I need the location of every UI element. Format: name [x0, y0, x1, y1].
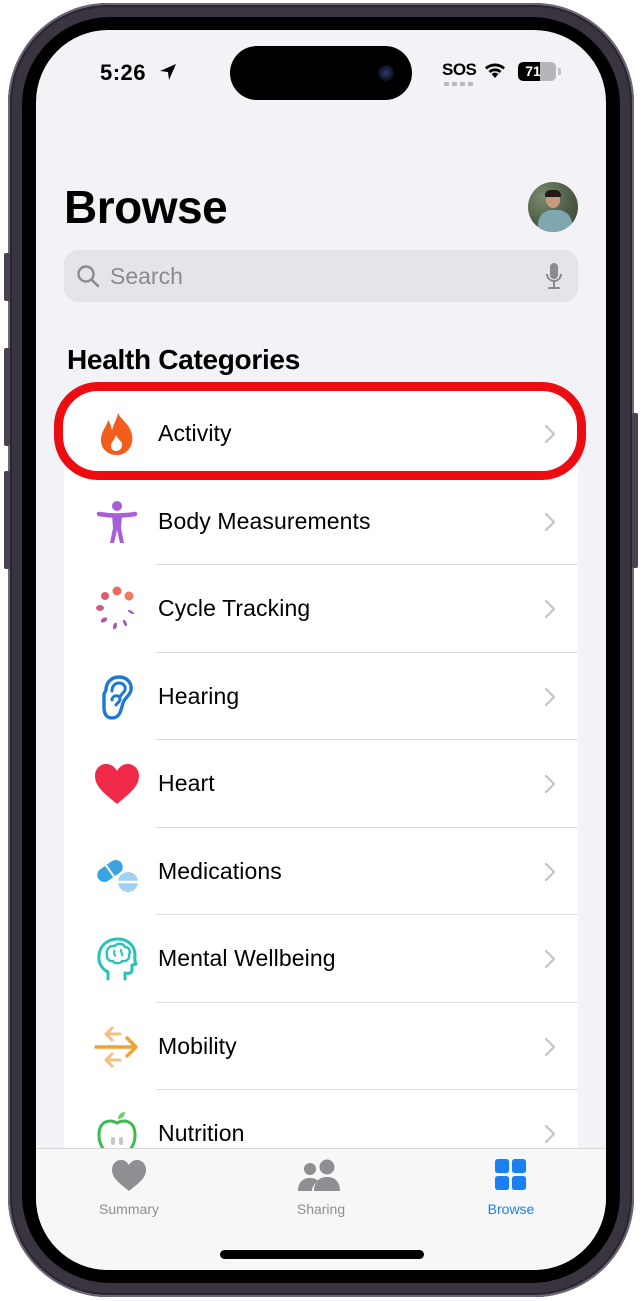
category-label: Hearing	[158, 682, 240, 709]
category-heart[interactable]: Heart	[64, 740, 578, 828]
tab-label: Summary	[99, 1201, 159, 1217]
avatar-body	[538, 210, 572, 232]
dynamic-island	[230, 46, 412, 100]
chevron-right-icon	[544, 599, 556, 619]
head-brain-icon	[97, 937, 138, 981]
tab-sharing[interactable]: Sharing	[256, 1149, 386, 1239]
health-categories-list: Activity Body Measurements Cycle Trackin…	[64, 390, 578, 1178]
signal-dots	[444, 82, 473, 86]
heart-icon	[112, 1160, 146, 1191]
search-bar[interactable]	[64, 250, 578, 302]
pills-icon	[97, 859, 138, 892]
cycle-dots-icon	[96, 586, 135, 630]
arrows-icon	[94, 1026, 138, 1067]
flame-icon	[100, 413, 133, 455]
grid-icon	[495, 1159, 527, 1191]
tab-summary[interactable]: Summary	[64, 1149, 194, 1239]
category-hearing[interactable]: Hearing	[64, 653, 578, 740]
category-label: Activity	[158, 420, 232, 447]
chevron-right-icon	[544, 774, 556, 794]
wifi-icon	[485, 63, 505, 78]
heart-icon	[95, 764, 139, 804]
search-icon	[77, 265, 100, 288]
category-label: Cycle Tracking	[158, 595, 311, 622]
tab-label: Browse	[487, 1201, 535, 1217]
category-label: Mental Wellbeing	[158, 945, 336, 972]
people-icon	[298, 1159, 340, 1191]
screen: 5:26 SOS 71 Browse Search Health Categor…	[36, 30, 606, 1270]
page-title: Browse	[64, 181, 228, 233]
volume-up-button	[4, 348, 10, 446]
chevron-right-icon	[544, 949, 556, 969]
status-bar: 5:26 SOS 71	[36, 30, 606, 120]
power-button	[632, 413, 638, 568]
category-label: Body Measurements	[158, 507, 371, 534]
chevron-right-icon	[544, 687, 556, 706]
category-cycle-tracking[interactable]: Cycle Tracking	[64, 565, 578, 653]
category-label: Nutrition	[158, 1120, 245, 1147]
carrier-sos: SOS	[442, 60, 477, 79]
avatar-hair	[545, 190, 561, 197]
category-label: Heart	[158, 770, 215, 797]
section-title: Health Categories	[67, 344, 300, 375]
status-time: 5:26	[100, 60, 147, 85]
avatar[interactable]	[528, 182, 578, 232]
category-mobility[interactable]: Mobility	[64, 1003, 578, 1090]
action-button	[4, 253, 10, 301]
microphone-icon[interactable]	[544, 262, 564, 290]
chevron-right-icon	[544, 1124, 556, 1144]
home-indicator[interactable]	[220, 1250, 424, 1259]
search-input[interactable]	[110, 250, 530, 302]
chevron-right-icon	[544, 424, 556, 444]
location-arrow-icon	[160, 64, 176, 80]
battery-icon: 71	[518, 62, 556, 81]
category-body-measurements[interactable]: Body Measurements	[64, 478, 578, 565]
category-label: Medications	[158, 857, 282, 884]
category-mental-wellbeing[interactable]: Mental Wellbeing	[64, 915, 578, 1003]
chevron-right-icon	[544, 1037, 556, 1056]
chevron-right-icon	[544, 512, 556, 531]
category-medications[interactable]: Medications	[64, 828, 578, 915]
figure-icon	[96, 500, 138, 543]
battery-cap	[558, 68, 561, 75]
volume-down-button	[4, 471, 10, 569]
battery-percent: 71	[525, 63, 541, 79]
category-label: Mobility	[158, 1032, 237, 1059]
tab-label: Sharing	[296, 1201, 346, 1217]
category-activity[interactable]: Activity	[64, 390, 578, 478]
ear-icon	[102, 674, 133, 720]
tab-browse[interactable]: Browse	[446, 1149, 576, 1239]
chevron-right-icon	[544, 862, 556, 881]
camera-icon	[378, 65, 394, 81]
